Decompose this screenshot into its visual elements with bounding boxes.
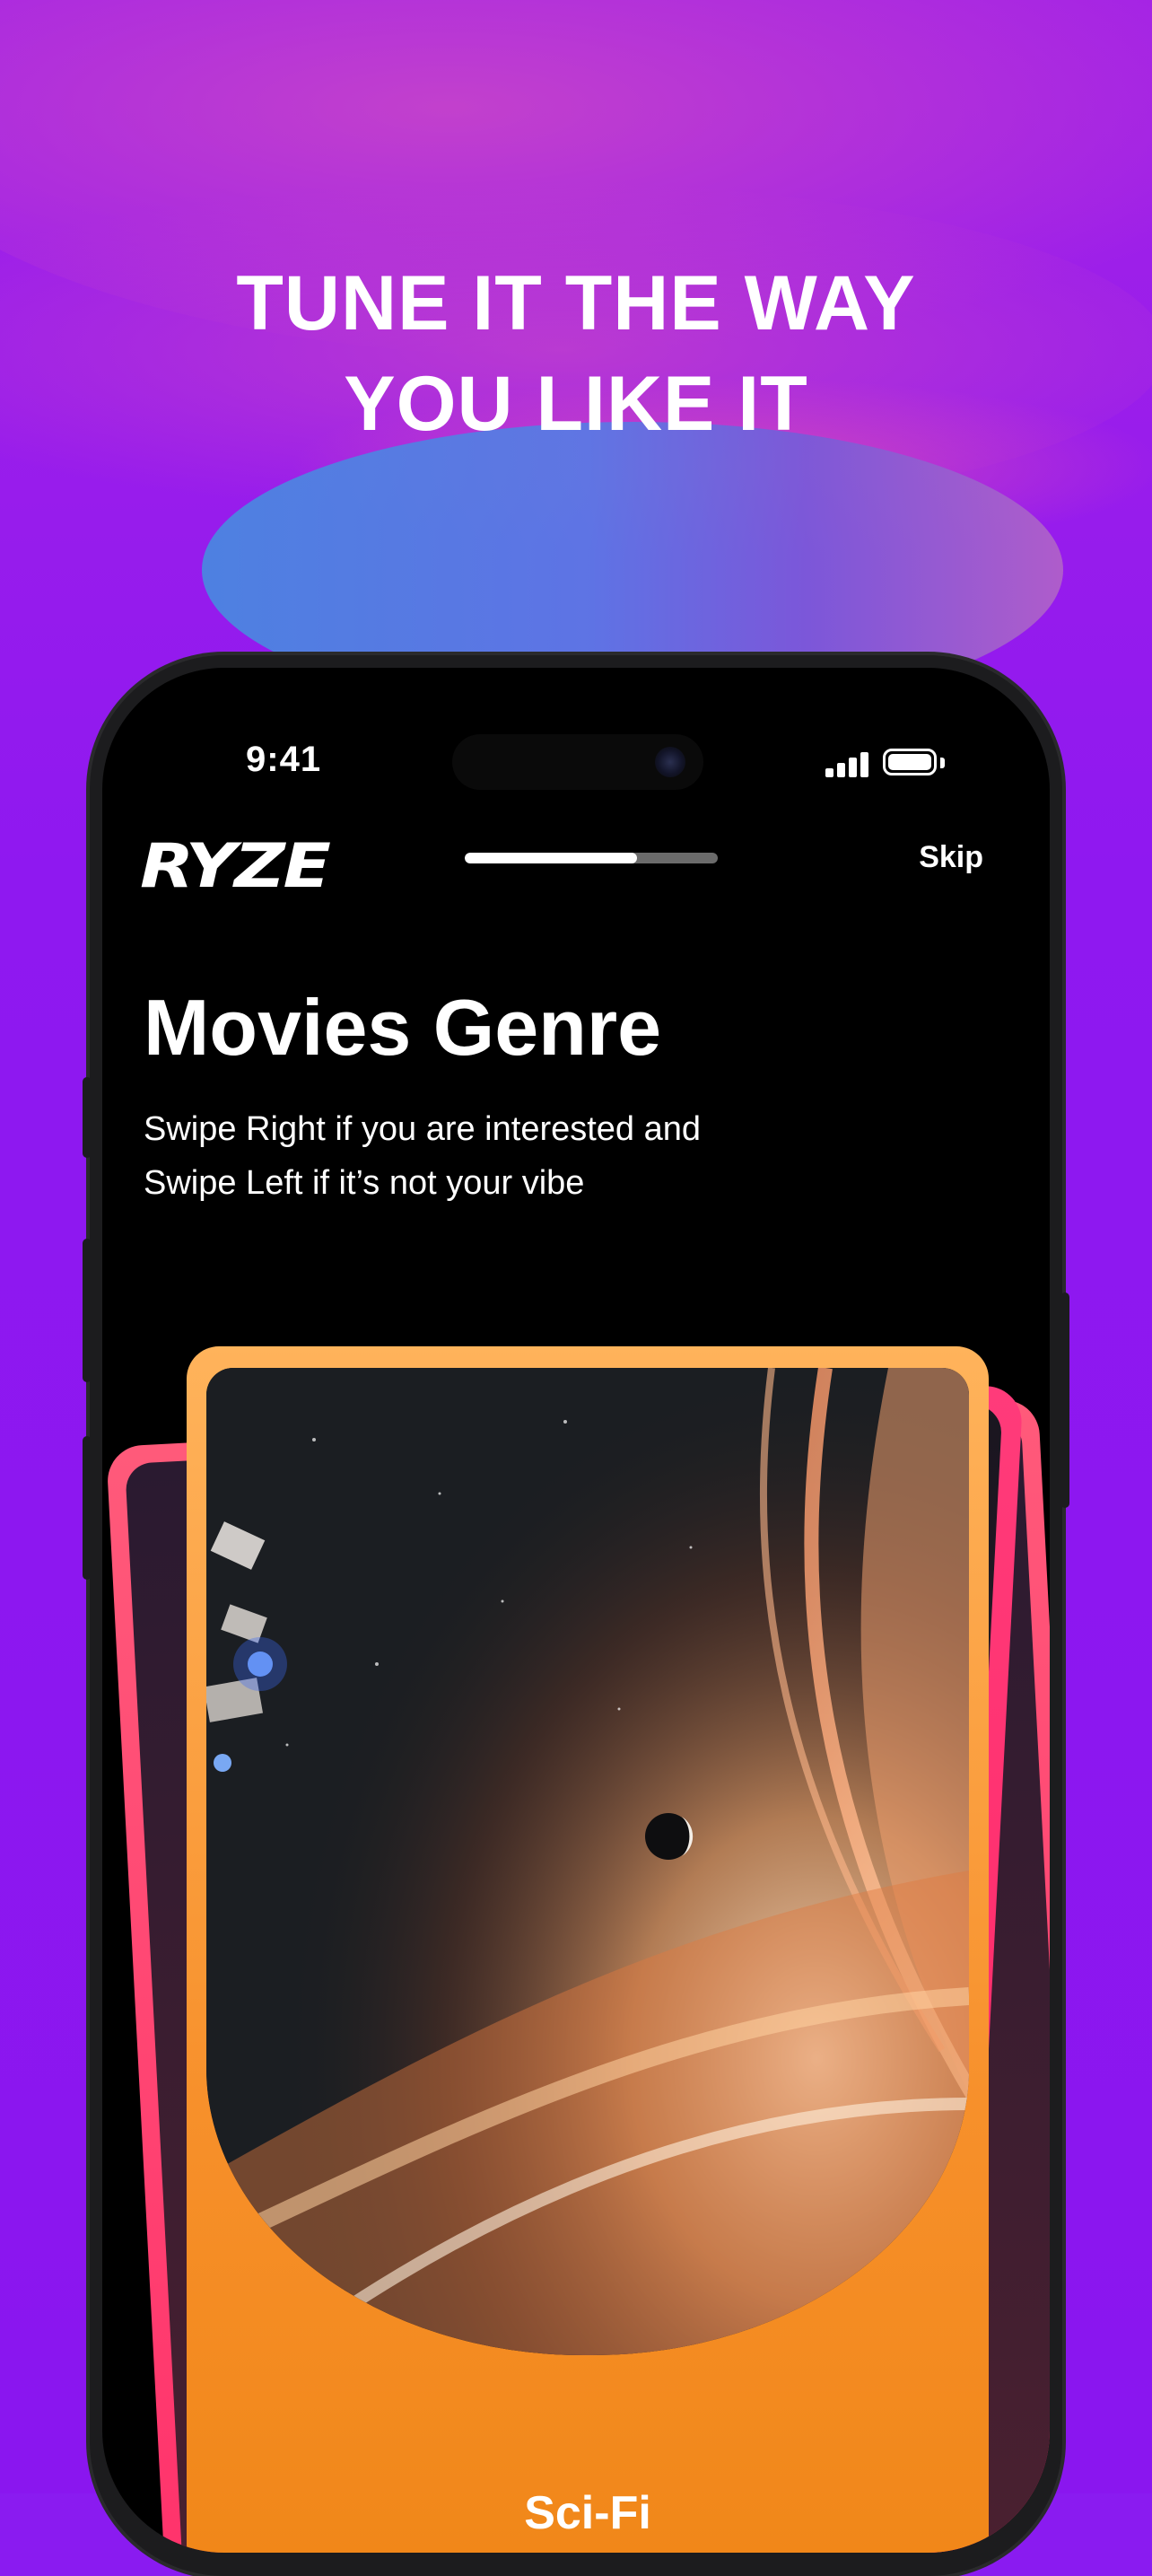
phone-side-button	[83, 1239, 92, 1382]
phone-screen: 9:41 RYZE Skip Movies Genre Swipe Right …	[102, 668, 1050, 2553]
app-logo: RYZE	[140, 831, 331, 902]
onboarding-progress	[465, 853, 718, 863]
status-time: 9:41	[246, 740, 322, 779]
signal-icon	[825, 750, 872, 777]
headline-line-2: YOU LIKE IT	[344, 361, 808, 447]
phone-side-button	[83, 1436, 92, 1580]
battery-tip	[940, 758, 945, 768]
genre-card[interactable]: Sci-Fi	[187, 1346, 989, 2553]
phone-side-button	[83, 1077, 92, 1158]
subtitle-line-2: Swipe Left if it’s not your vibe	[144, 1164, 585, 1202]
page-title: Movies Genre	[144, 983, 662, 1072]
camera-icon	[655, 747, 685, 777]
genre-label: Sci-Fi	[524, 2487, 651, 2539]
progress-fill	[465, 853, 637, 863]
status-bar: 9:41	[102, 668, 1050, 793]
page-subtitle: Swipe Right if you are interested and Sw…	[144, 1102, 915, 1210]
promo-headline: TUNE IT THE WAY YOU LIKE IT	[0, 253, 1152, 454]
battery-icon	[883, 749, 937, 775]
subtitle-line-1: Swipe Right if you are interested and	[144, 1110, 702, 1148]
phone-side-button	[1060, 1292, 1069, 1508]
genre-card-image	[206, 1368, 969, 2355]
space-scene-illustration	[206, 1368, 969, 2355]
skip-button[interactable]: Skip	[919, 840, 983, 875]
headline-line-1: TUNE IT THE WAY	[236, 260, 916, 346]
